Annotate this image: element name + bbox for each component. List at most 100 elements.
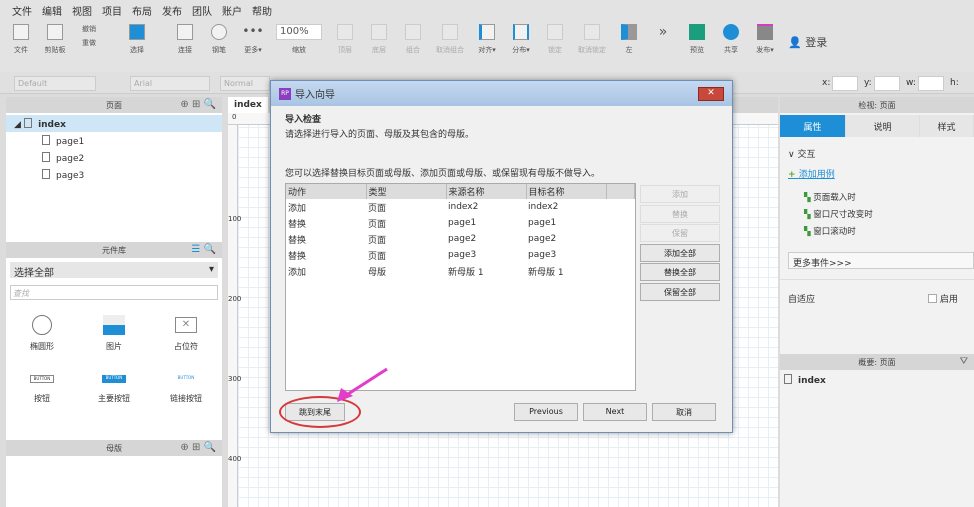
publish-button[interactable]: 发布▾ — [754, 24, 776, 55]
expand-button[interactable]: » — [652, 24, 674, 45]
menu-search-icons[interactable]: ☰ 🔍 — [191, 244, 216, 255]
tree-item-index[interactable]: ◢ index — [6, 115, 222, 132]
widget-image[interactable]: 图片 — [78, 307, 150, 365]
library-select[interactable]: 选择全部 ▾ — [10, 262, 218, 279]
keep-all-button[interactable]: 保留全部 — [640, 282, 720, 301]
table-cell-filler — [606, 263, 635, 279]
previous-button[interactable]: Previous — [514, 403, 578, 421]
tab-properties[interactable]: 属性 — [780, 115, 846, 137]
page-icon — [42, 169, 50, 179]
share-button[interactable]: 共享 — [720, 24, 742, 55]
event-window-resize[interactable]: ▚ 窗口尺寸改变时 — [804, 207, 873, 224]
enable-checkbox[interactable]: 启用 — [928, 292, 958, 305]
align-button[interactable]: 对齐▾ — [476, 24, 498, 55]
table-row[interactable]: 替换 页面 page1 page1 — [286, 215, 635, 231]
table-cell: index2 — [448, 202, 479, 212]
tree-item-page1[interactable]: page1 — [6, 132, 222, 149]
y-label: y: — [864, 78, 872, 88]
pen-button[interactable]: 钢笔 — [208, 24, 230, 55]
pen-icon — [211, 24, 227, 40]
outline-header: 概要: 页面 ⛛ — [780, 354, 974, 370]
top-button[interactable]: 顶层 — [334, 24, 356, 55]
left-panel-button[interactable]: 左 — [618, 24, 640, 55]
tab-style[interactable]: 样式 — [920, 115, 974, 137]
more-events-select[interactable]: 更多事件>>> — [788, 252, 974, 269]
col-action[interactable]: 动作 — [286, 184, 367, 199]
col-type[interactable]: 类型 — [366, 184, 447, 199]
ungroup-button[interactable]: 取消组合 — [436, 24, 464, 55]
download-icon — [757, 24, 773, 40]
filter-icon[interactable]: ⛛ — [960, 356, 968, 367]
replace-all-button[interactable]: 替换全部 — [640, 263, 720, 281]
x-input[interactable] — [832, 76, 858, 91]
y-input[interactable] — [874, 76, 900, 91]
col-target[interactable]: 目标名称 — [526, 184, 607, 199]
select-button[interactable]: 选择 — [112, 24, 162, 55]
distribute-button[interactable]: 分布▾ — [510, 24, 532, 55]
group-button[interactable]: 组合 — [402, 24, 424, 55]
widget-placeholder[interactable]: ✕ 占位符 — [150, 307, 222, 365]
bottom-button[interactable]: 底层 — [368, 24, 390, 55]
add-page-search-icons[interactable]: ⊕ ⊞ 🔍 — [180, 99, 216, 110]
undo-button[interactable]: 撤销 — [82, 24, 96, 34]
table-row[interactable]: 替换 页面 page2 page2 — [286, 231, 635, 247]
replace-button[interactable]: 替换 — [640, 204, 720, 223]
table-cell-filler — [606, 199, 635, 215]
keep-button[interactable]: 保留 — [640, 224, 720, 242]
connect-button[interactable]: 连接 — [174, 24, 196, 55]
add-all-button[interactable]: 添加全部 — [640, 243, 720, 262]
more-button[interactable]: ••• 更多▾ — [242, 24, 264, 55]
preview-button[interactable]: 预览 — [686, 24, 708, 55]
unlock-button[interactable]: 取消锁定 — [578, 24, 606, 55]
event-window-scroll[interactable]: ▚ 窗口滚动时 — [804, 224, 873, 241]
login-button[interactable]: 👤 登录 — [788, 34, 827, 50]
col-source[interactable]: 来源名称 — [446, 184, 527, 199]
font-weight-select[interactable]: Normal — [220, 76, 270, 91]
menu-team[interactable]: 团队 — [192, 3, 212, 18]
menu-help[interactable]: 帮助 — [252, 3, 272, 18]
primary-button-icon: BUTTON — [102, 375, 126, 383]
divider — [780, 279, 974, 280]
zoom-select[interactable]: 100% — [276, 24, 322, 40]
menu-account[interactable]: 账户 — [222, 3, 242, 18]
library-search-input[interactable]: 查找 — [10, 285, 218, 300]
widget-ellipse[interactable]: 椭圆形 — [6, 307, 78, 365]
close-icon: ✕ — [707, 87, 715, 98]
redo-button[interactable]: 重做 — [82, 38, 96, 48]
font-select[interactable]: Arial — [130, 76, 210, 91]
file-button[interactable]: 文件 — [10, 24, 32, 55]
widget-primary-button[interactable]: BUTTON 主要按钮 — [78, 365, 150, 423]
dialog-description: 请选择进行导入的页面、母版及其包含的母版。 — [285, 130, 475, 140]
outline-item-index[interactable]: index — [784, 374, 826, 386]
table-row[interactable]: 添加 母版 新母版 1 新母版 1 — [286, 263, 635, 279]
menu-publish[interactable]: 发布 — [162, 3, 182, 18]
close-button[interactable]: ✕ — [698, 86, 724, 101]
menu-edit[interactable]: 编辑 — [42, 3, 62, 18]
menu-file[interactable]: 文件 — [12, 3, 32, 18]
add-button[interactable]: 添加 — [640, 185, 720, 203]
tree-item-page2[interactable]: page2 — [6, 149, 222, 166]
interaction-section[interactable]: ∨ 交互 — [788, 147, 815, 160]
menu-project[interactable]: 项目 — [102, 3, 122, 18]
cancel-button[interactable]: 取消 — [652, 403, 716, 421]
w-input[interactable] — [918, 76, 944, 91]
menu-view[interactable]: 视图 — [72, 3, 92, 18]
image-icon — [103, 315, 125, 335]
next-button[interactable]: Next — [583, 403, 647, 421]
event-page-load[interactable]: ▚ 页面载入时 — [804, 190, 873, 207]
menu-layout[interactable]: 布局 — [132, 3, 152, 18]
tab-index[interactable]: index — [228, 97, 268, 113]
masters-header: 母版 ⊕ ⊞ 🔍 — [6, 440, 222, 456]
widget-button[interactable]: BUTTON 按钮 — [6, 365, 78, 423]
ungroup-icon — [442, 24, 458, 40]
table-row[interactable]: 替换 页面 page3 page3 — [286, 247, 635, 263]
tab-notes[interactable]: 说明 — [846, 115, 920, 137]
add-case-link[interactable]: + 添加用例 — [788, 167, 835, 180]
table-row[interactable]: 添加 页面 index2 index2 — [286, 199, 635, 215]
style-select[interactable]: Default — [14, 76, 96, 91]
lock-button[interactable]: 锁定 — [544, 24, 566, 55]
clipboard-button[interactable]: 剪贴板 — [44, 24, 66, 55]
add-master-search-icons[interactable]: ⊕ ⊞ 🔍 — [180, 442, 216, 453]
tree-item-page3[interactable]: page3 — [6, 166, 222, 183]
widget-link-button[interactable]: BUTTON 链接按钮 — [150, 365, 222, 423]
